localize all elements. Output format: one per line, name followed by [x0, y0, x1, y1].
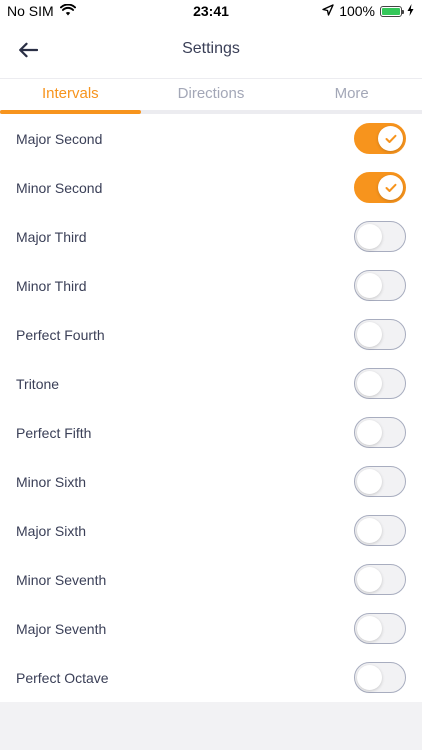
tab-directions[interactable]: Directions — [141, 79, 282, 110]
check-icon — [385, 134, 396, 143]
interval-toggle[interactable] — [354, 368, 406, 399]
toggle-knob — [378, 175, 403, 200]
list-item: Perfect Octave — [0, 653, 422, 702]
list-item: Major Third — [0, 212, 422, 261]
interval-toggle[interactable] — [354, 319, 406, 350]
list-item: Tritone — [0, 359, 422, 408]
toggle-knob — [357, 665, 382, 690]
toggle-knob — [357, 322, 382, 347]
toggle-knob — [357, 616, 382, 641]
interval-label: Minor Second — [16, 179, 103, 196]
charging-bolt-icon — [407, 3, 414, 19]
interval-label: Perfect Fifth — [16, 424, 92, 441]
list-item: Minor Sixth — [0, 457, 422, 506]
interval-label: Major Third — [16, 228, 87, 245]
toggle-knob — [357, 469, 382, 494]
interval-toggle[interactable] — [354, 613, 406, 644]
battery-level — [382, 7, 400, 15]
location-arrow-icon — [322, 3, 334, 19]
interval-label: Perfect Octave — [16, 669, 109, 686]
check-icon — [385, 183, 396, 192]
interval-label: Major Seventh — [16, 620, 107, 637]
interval-toggle[interactable] — [354, 270, 406, 301]
tab-more[interactable]: More — [281, 79, 422, 110]
toggle-knob — [357, 518, 382, 543]
interval-label: Major Second — [16, 130, 103, 147]
interval-toggle[interactable] — [354, 466, 406, 497]
list-item: Major Second — [0, 114, 422, 163]
interval-toggle[interactable] — [354, 417, 406, 448]
interval-toggle[interactable] — [354, 123, 406, 154]
interval-toggle[interactable] — [354, 221, 406, 252]
interval-label: Perfect Fourth — [16, 326, 105, 343]
interval-label: Major Sixth — [16, 522, 87, 539]
list-item: Major Sixth — [0, 506, 422, 555]
interval-toggle[interactable] — [354, 662, 406, 693]
interval-toggle[interactable] — [354, 564, 406, 595]
interval-toggle[interactable] — [354, 515, 406, 546]
battery-icon — [380, 5, 404, 17]
interval-label: Minor Sixth — [16, 473, 87, 490]
battery-percent: 100% — [339, 3, 375, 19]
list-item: Minor Third — [0, 261, 422, 310]
list-item: Minor Second — [0, 163, 422, 212]
list-item: Minor Seventh — [0, 555, 422, 604]
list-item: Perfect Fifth — [0, 408, 422, 457]
interval-label: Minor Seventh — [16, 571, 107, 588]
list-item: Perfect Fourth — [0, 310, 422, 359]
interval-label: Tritone — [16, 375, 60, 392]
toggle-knob — [357, 567, 382, 592]
toggle-knob — [357, 420, 382, 445]
list-item: Major Seventh — [0, 604, 422, 653]
tab-bar: Intervals Directions More — [0, 79, 422, 114]
toggle-knob — [357, 371, 382, 396]
status-right: 100% — [322, 3, 414, 19]
navigation-bar: Settings — [0, 22, 422, 79]
page-title: Settings — [182, 40, 240, 57]
toggle-knob — [357, 224, 382, 249]
interval-toggle[interactable] — [354, 172, 406, 203]
toggle-knob — [378, 126, 403, 151]
toggle-knob — [357, 273, 382, 298]
tab-intervals[interactable]: Intervals — [0, 79, 141, 114]
interval-list: Major Second Minor Second Major Third Minor… — [0, 114, 422, 702]
interval-label: Minor Third — [16, 277, 87, 294]
status-bar: No SIM 23:41 100% — [0, 0, 422, 22]
